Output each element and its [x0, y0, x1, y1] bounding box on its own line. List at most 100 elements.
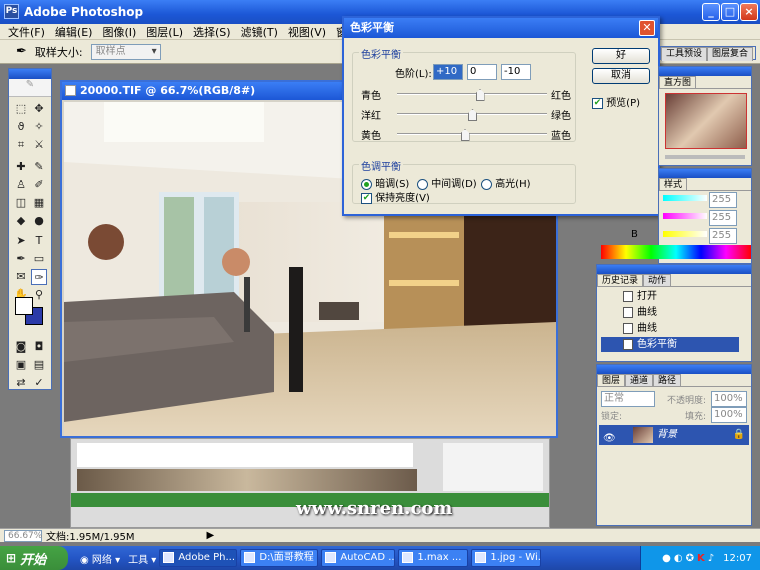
- history-item[interactable]: 曲线: [601, 321, 739, 336]
- menu-layer[interactable]: 图层(L): [142, 24, 187, 40]
- close-button[interactable]: ×: [740, 3, 758, 21]
- tone-highlights-option[interactable]: 高光(H): [481, 175, 531, 190]
- menu-select[interactable]: 选择(S): [189, 24, 235, 40]
- maximize-button[interactable]: □: [721, 3, 739, 21]
- tab-channels[interactable]: 通道: [625, 374, 654, 386]
- lasso-tool-icon[interactable]: ϑ: [13, 119, 29, 135]
- history-brush-icon[interactable]: ✐: [31, 177, 47, 193]
- radio-midtones[interactable]: [417, 178, 428, 190]
- tone-shadows-option[interactable]: 暗调(S): [361, 175, 409, 190]
- screen-mode-icon[interactable]: ▣: [13, 357, 29, 373]
- marquee-tool-icon[interactable]: ⬚: [13, 101, 29, 117]
- brush-tool-icon[interactable]: ✎: [31, 159, 47, 175]
- quick-network[interactable]: ◉ 网络 ▾: [80, 551, 120, 566]
- tone-midtones-label: 中间调(D): [431, 179, 477, 190]
- start-button[interactable]: ⊞ 开始: [0, 546, 68, 570]
- eraser-tool-icon[interactable]: ◫: [13, 195, 29, 211]
- photoshop-icon: Ps: [4, 4, 19, 19]
- crop-tool-icon[interactable]: ⌗: [13, 137, 29, 153]
- stamp-tool-icon[interactable]: ♙: [13, 177, 29, 193]
- visibility-eye-icon[interactable]: 👁: [603, 429, 616, 449]
- tab-histogram[interactable]: 直方图: [659, 76, 697, 88]
- zoom-field[interactable]: 66.67%: [4, 529, 42, 542]
- blur-tool-icon[interactable]: ◆: [13, 213, 29, 229]
- zoom-tool-icon[interactable]: ⚲: [31, 287, 47, 303]
- brush-preset-icon[interactable]: ✓: [31, 375, 47, 391]
- task-photoshop[interactable]: Adobe Ph...: [159, 549, 238, 567]
- level-yellow-blue-input[interactable]: -10: [501, 64, 531, 80]
- pen-tool-icon[interactable]: ✒: [13, 251, 29, 267]
- preview-option[interactable]: ✔ 预览(P): [592, 94, 640, 109]
- task-autocad[interactable]: AutoCAD ...: [321, 549, 396, 567]
- magic-wand-icon[interactable]: ✧: [31, 119, 47, 135]
- status-arrow-icon[interactable]: ▶: [207, 530, 215, 541]
- radio-shadows[interactable]: [361, 178, 372, 190]
- quick-mask-icon[interactable]: ◙: [13, 339, 29, 355]
- tray-icon[interactable]: K: [697, 553, 705, 564]
- task-folder[interactable]: D:\面哥教程: [240, 549, 319, 567]
- tone-midtones-option[interactable]: 中间调(D): [417, 175, 477, 190]
- menu-edit[interactable]: 编辑(E): [51, 24, 97, 40]
- eyedropper-icon[interactable]: ✒: [16, 44, 27, 59]
- foreground-color-swatch[interactable]: [15, 297, 33, 315]
- cyan-red-slider-thumb[interactable]: [475, 89, 485, 101]
- move-tool-icon[interactable]: ✥: [31, 101, 47, 117]
- tab-styles[interactable]: 样式: [659, 178, 688, 190]
- task-3dsmax[interactable]: 1.max ...: [398, 549, 469, 567]
- menu-file[interactable]: 文件(F): [4, 24, 49, 40]
- eyedropper-tool-icon[interactable]: ✑: [31, 269, 47, 285]
- layer-row-background[interactable]: 👁 背景 🔒: [599, 425, 749, 445]
- preserve-luminosity-checkbox[interactable]: ✔: [361, 192, 372, 204]
- tab-actions[interactable]: 动作: [643, 274, 672, 286]
- radio-highlights[interactable]: [481, 178, 492, 190]
- notes-tool-icon[interactable]: ✉: [13, 269, 29, 285]
- ok-button[interactable]: 好: [592, 48, 650, 64]
- minimize-button[interactable]: _: [702, 3, 720, 21]
- tab-layer-comps[interactable]: 图层复合: [707, 47, 754, 61]
- preserve-luminosity-option[interactable]: ✔ 保持亮度(V): [361, 189, 430, 204]
- tray-icon[interactable]: ✪: [686, 553, 694, 564]
- color-r-value[interactable]: 255: [709, 192, 737, 208]
- type-tool-icon[interactable]: T: [31, 233, 47, 249]
- task-image-viewer[interactable]: 1.jpg - Wi...: [471, 549, 542, 567]
- preview-checkbox[interactable]: ✔: [592, 97, 603, 109]
- color-b-value[interactable]: 255: [709, 228, 737, 244]
- yellow-blue-slider-track[interactable]: [397, 133, 547, 135]
- menu-image[interactable]: 图像(I): [98, 24, 140, 40]
- tab-tool-presets[interactable]: 工具预设: [661, 47, 708, 61]
- level-cyan-red-input[interactable]: +10: [433, 64, 463, 80]
- quick-tools[interactable]: 工具 ▾: [128, 551, 156, 566]
- level-magenta-green-input[interactable]: 0: [467, 64, 497, 80]
- fullscreen-mode-icon[interactable]: ▤: [31, 357, 47, 373]
- history-item-selected[interactable]: 色彩平衡: [601, 337, 739, 352]
- menu-filter[interactable]: 滤镜(T): [237, 24, 282, 40]
- tray-icon[interactable]: ◐: [674, 553, 683, 564]
- shape-tool-icon[interactable]: ▭: [31, 251, 47, 267]
- cancel-button[interactable]: 取消: [592, 68, 650, 84]
- gradient-tool-icon[interactable]: ▦: [31, 195, 47, 211]
- dialog-close-icon[interactable]: ✕: [639, 20, 655, 36]
- tab-layers[interactable]: 图层: [597, 374, 626, 386]
- cyan-red-slider-track[interactable]: [397, 93, 547, 95]
- magenta-green-slider-thumb[interactable]: [468, 109, 477, 121]
- dodge-tool-icon[interactable]: ●: [31, 213, 47, 229]
- tab-history[interactable]: 历史记录: [597, 274, 644, 286]
- sample-size-select[interactable]: 取样点: [90, 43, 161, 60]
- color-ramp[interactable]: [601, 245, 751, 259]
- standard-mode-icon[interactable]: ◘: [31, 339, 47, 355]
- yellow-blue-slider-thumb[interactable]: [460, 129, 470, 141]
- color-g-value[interactable]: 255: [709, 210, 737, 226]
- slice-tool-icon[interactable]: ⚔: [31, 137, 47, 153]
- path-select-icon[interactable]: ➤: [13, 233, 29, 249]
- fill-input[interactable]: 100%: [711, 407, 747, 423]
- history-item[interactable]: 打开: [601, 289, 739, 304]
- menu-view[interactable]: 视图(V): [284, 24, 330, 40]
- tray-icon[interactable]: ♪: [708, 553, 714, 564]
- blend-mode-select[interactable]: 正常: [601, 391, 655, 407]
- tray-icon[interactable]: ●: [662, 553, 671, 564]
- healing-brush-icon[interactable]: ✚: [13, 159, 29, 175]
- history-item[interactable]: 曲线: [601, 305, 739, 320]
- tab-paths[interactable]: 路径: [653, 374, 682, 386]
- opacity-input[interactable]: 100%: [711, 391, 747, 407]
- jump-to-imageready-icon[interactable]: ⇄: [13, 375, 29, 391]
